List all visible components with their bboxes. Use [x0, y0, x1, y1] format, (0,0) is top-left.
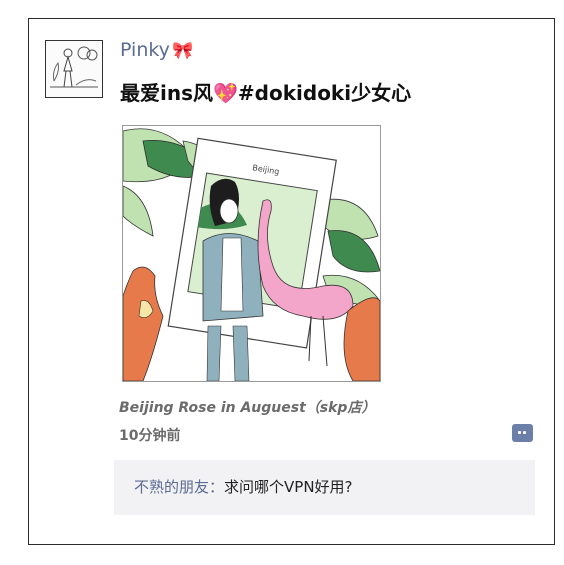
illustration-image: Beijing: [123, 128, 380, 381]
caption-hashtag: #dokidoki少女心: [237, 81, 412, 105]
caption-text: 最爱ins风: [120, 81, 213, 105]
post-caption: 最爱ins风💖#dokidoki少女心: [120, 77, 411, 106]
face-shape: [219, 198, 239, 224]
sparkling-heart-icon: 💖: [213, 81, 238, 105]
location-link[interactable]: Beijing Rose in Auguest（skp店）: [119, 397, 375, 417]
comments-section: 不熟的朋友：求问哪个VPN好用?: [114, 460, 535, 515]
comment-menu-button[interactable]: [512, 424, 533, 442]
monkey-shape: [343, 297, 380, 381]
username-link[interactable]: Pinky 🎀: [120, 39, 193, 61]
post-time: 10分钟前: [119, 428, 181, 444]
bow-emoji-icon: 🎀: [171, 41, 194, 61]
username[interactable]: Pinky: [120, 39, 170, 61]
comment-separator: ：: [209, 478, 225, 496]
leg-shape: [232, 325, 250, 381]
comment-item: 不熟的朋友：求问哪个VPN好用?: [134, 476, 353, 497]
comment-text: 求问哪个VPN好用?: [224, 478, 353, 496]
moment-card: Pinky 🎀 最爱ins风💖#dokidoki少女心 Beijing Beij…: [28, 18, 555, 545]
leg-shape: [206, 325, 222, 381]
shirt-shape: [220, 237, 244, 312]
leaf-shape: [123, 185, 154, 237]
monkey-shape: [123, 266, 164, 381]
avatar-sketch-icon: [50, 46, 98, 88]
flamingo-leg: [322, 315, 328, 367]
comment-username[interactable]: 不熟的朋友: [134, 478, 209, 496]
post-photo[interactable]: Beijing: [122, 125, 381, 382]
avatar[interactable]: [45, 40, 103, 98]
